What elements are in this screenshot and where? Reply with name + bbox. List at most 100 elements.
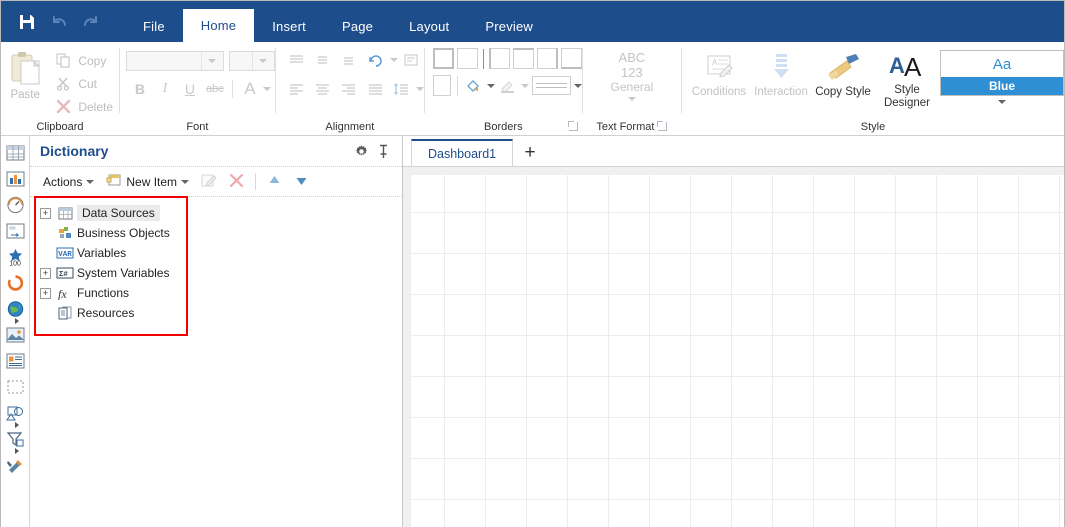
gear-icon[interactable] (350, 140, 372, 162)
dashboard-tab-dashboard1[interactable]: Dashboard1 (411, 139, 514, 166)
font-color-chevron-down-icon[interactable] (262, 86, 271, 91)
tree-item-business-objects[interactable]: Business Objects (30, 223, 402, 243)
expand-toggle-data-sources[interactable]: + (40, 207, 51, 219)
strikethrough-button[interactable]: abc (203, 77, 227, 100)
delete-x-icon (55, 98, 72, 115)
text-rotation-chevron-down-icon[interactable] (389, 57, 398, 62)
panel-icon[interactable] (1, 218, 29, 244)
ribbon-tab-file[interactable]: File (125, 10, 183, 42)
tree-label-data-sources: Data Sources (77, 205, 160, 221)
align-middle-button[interactable] (310, 48, 334, 71)
dictionary-title: Dictionary (40, 143, 109, 159)
image-icon[interactable] (1, 322, 29, 348)
copy-button[interactable]: Copy (49, 50, 119, 71)
border-left-button[interactable] (488, 48, 510, 69)
actions-menu-button[interactable]: Actions (38, 173, 99, 191)
svg-text:Σ#: Σ# (59, 269, 69, 278)
line-spacing-button[interactable] (390, 77, 414, 100)
borders-dialog-launcher-icon[interactable] (567, 121, 578, 131)
shape-rectangle-icon[interactable] (1, 374, 29, 400)
fill-color-button[interactable] (464, 75, 484, 96)
actions-label: Actions (43, 174, 83, 189)
align-bottom-button[interactable] (337, 48, 361, 71)
table-icon[interactable] (1, 140, 29, 166)
copy-style-button[interactable]: Copy Style (812, 46, 874, 98)
shapes-group-icon[interactable] (1, 400, 29, 428)
border-right-button[interactable] (536, 48, 558, 69)
ribbon-tab-page[interactable]: Page (324, 10, 391, 42)
border-style-chevron-down-icon[interactable] (573, 83, 582, 88)
progress-donut-icon[interactable] (1, 270, 29, 296)
font-size-chevron-down-icon[interactable] (251, 52, 274, 70)
style-gallery[interactable]: Aa Blue (940, 50, 1064, 96)
underline-button[interactable]: U (178, 77, 202, 100)
text-format-dialog-launcher-icon[interactable] (657, 121, 668, 131)
ribbon-tab-preview[interactable]: Preview (467, 10, 551, 42)
border-top-button[interactable] (512, 48, 534, 69)
ribbon-tab-layout[interactable]: Layout (391, 10, 467, 42)
align-right-button[interactable] (337, 77, 361, 100)
add-dashboard-tab-button[interactable]: + (513, 139, 547, 166)
pin-icon[interactable] (372, 140, 394, 162)
new-item-menu-button[interactable]: New Item (101, 171, 194, 193)
expand-toggle-functions[interactable]: + (40, 287, 51, 299)
bar-chart-icon[interactable] (1, 166, 29, 192)
ribbon-tab-home[interactable]: Home (182, 9, 255, 42)
border-clear-button[interactable] (432, 75, 452, 96)
text-rotation-button[interactable] (363, 48, 387, 71)
tree-item-functions[interactable]: + fx Functions (30, 283, 402, 303)
align-left-button[interactable] (284, 77, 308, 100)
undo-icon[interactable] (43, 7, 75, 37)
style-designer-button[interactable]: A A Style Designer (874, 46, 940, 109)
border-all-button[interactable] (432, 48, 454, 69)
interaction-label: Interaction (754, 86, 808, 98)
redo-icon[interactable] (75, 7, 107, 37)
conditions-label: Conditions (691, 86, 747, 98)
globe-map-icon[interactable] (1, 296, 29, 324)
tree-item-data-sources[interactable]: + Data Sources (30, 203, 402, 223)
border-none-button[interactable] (456, 48, 478, 69)
expand-toggle-system-variables[interactable]: + (40, 267, 51, 279)
paste-button[interactable]: Paste (1, 46, 49, 101)
border-color-button[interactable] (498, 75, 518, 96)
cut-button[interactable]: Cut (49, 73, 119, 94)
edit-item-button[interactable] (196, 171, 222, 193)
clipboard-group-label: Clipboard (36, 120, 84, 133)
tree-item-system-variables[interactable]: + Σ# System Variables (30, 263, 402, 283)
align-center-button[interactable] (310, 77, 334, 100)
delete-item-button[interactable] (224, 171, 249, 193)
gauge-icon[interactable] (1, 192, 29, 218)
dashboard-canvas[interactable] (411, 175, 1064, 527)
align-top-button[interactable] (284, 48, 308, 71)
indicator-100-icon[interactable]: 100 (1, 244, 29, 270)
save-icon[interactable] (11, 7, 43, 37)
font-name-chevron-down-icon[interactable] (200, 52, 223, 70)
new-item-chevron-down-icon[interactable] (181, 179, 190, 184)
bold-button[interactable]: B (128, 77, 152, 100)
wrap-text-button[interactable] (400, 48, 424, 71)
move-down-button[interactable] (289, 172, 314, 192)
actions-chevron-down-icon[interactable] (86, 179, 95, 184)
border-style-button[interactable] (531, 76, 571, 95)
font-name-combo[interactable] (125, 51, 224, 71)
conditions-button[interactable]: A Conditions (688, 46, 750, 98)
border-bottom-button[interactable] (560, 48, 582, 69)
tools-icon[interactable] (1, 452, 29, 478)
tree-item-variables[interactable]: VAR Variables (30, 243, 402, 263)
italic-button[interactable]: I (153, 77, 177, 100)
font-color-button[interactable]: A (238, 77, 262, 100)
tree-item-resources[interactable]: Resources (30, 303, 402, 323)
align-justify-button[interactable] (363, 77, 387, 100)
border-color-chevron-down-icon[interactable] (520, 83, 529, 88)
move-up-button[interactable] (262, 172, 287, 192)
filter-funnel-icon[interactable] (1, 426, 29, 454)
line-spacing-chevron-down-icon[interactable] (415, 86, 424, 91)
rich-text-icon[interactable] (1, 348, 29, 374)
number-format-button[interactable]: ABC 123 General (586, 46, 678, 101)
font-size-combo[interactable] (228, 51, 275, 71)
delete-button[interactable]: Delete (49, 96, 119, 117)
fill-color-chevron-down-icon[interactable] (486, 83, 495, 88)
style-gallery-chevron-down-icon[interactable] (940, 96, 1064, 108)
interaction-button[interactable]: Interaction (750, 46, 812, 98)
ribbon-tab-insert[interactable]: Insert (254, 10, 324, 42)
